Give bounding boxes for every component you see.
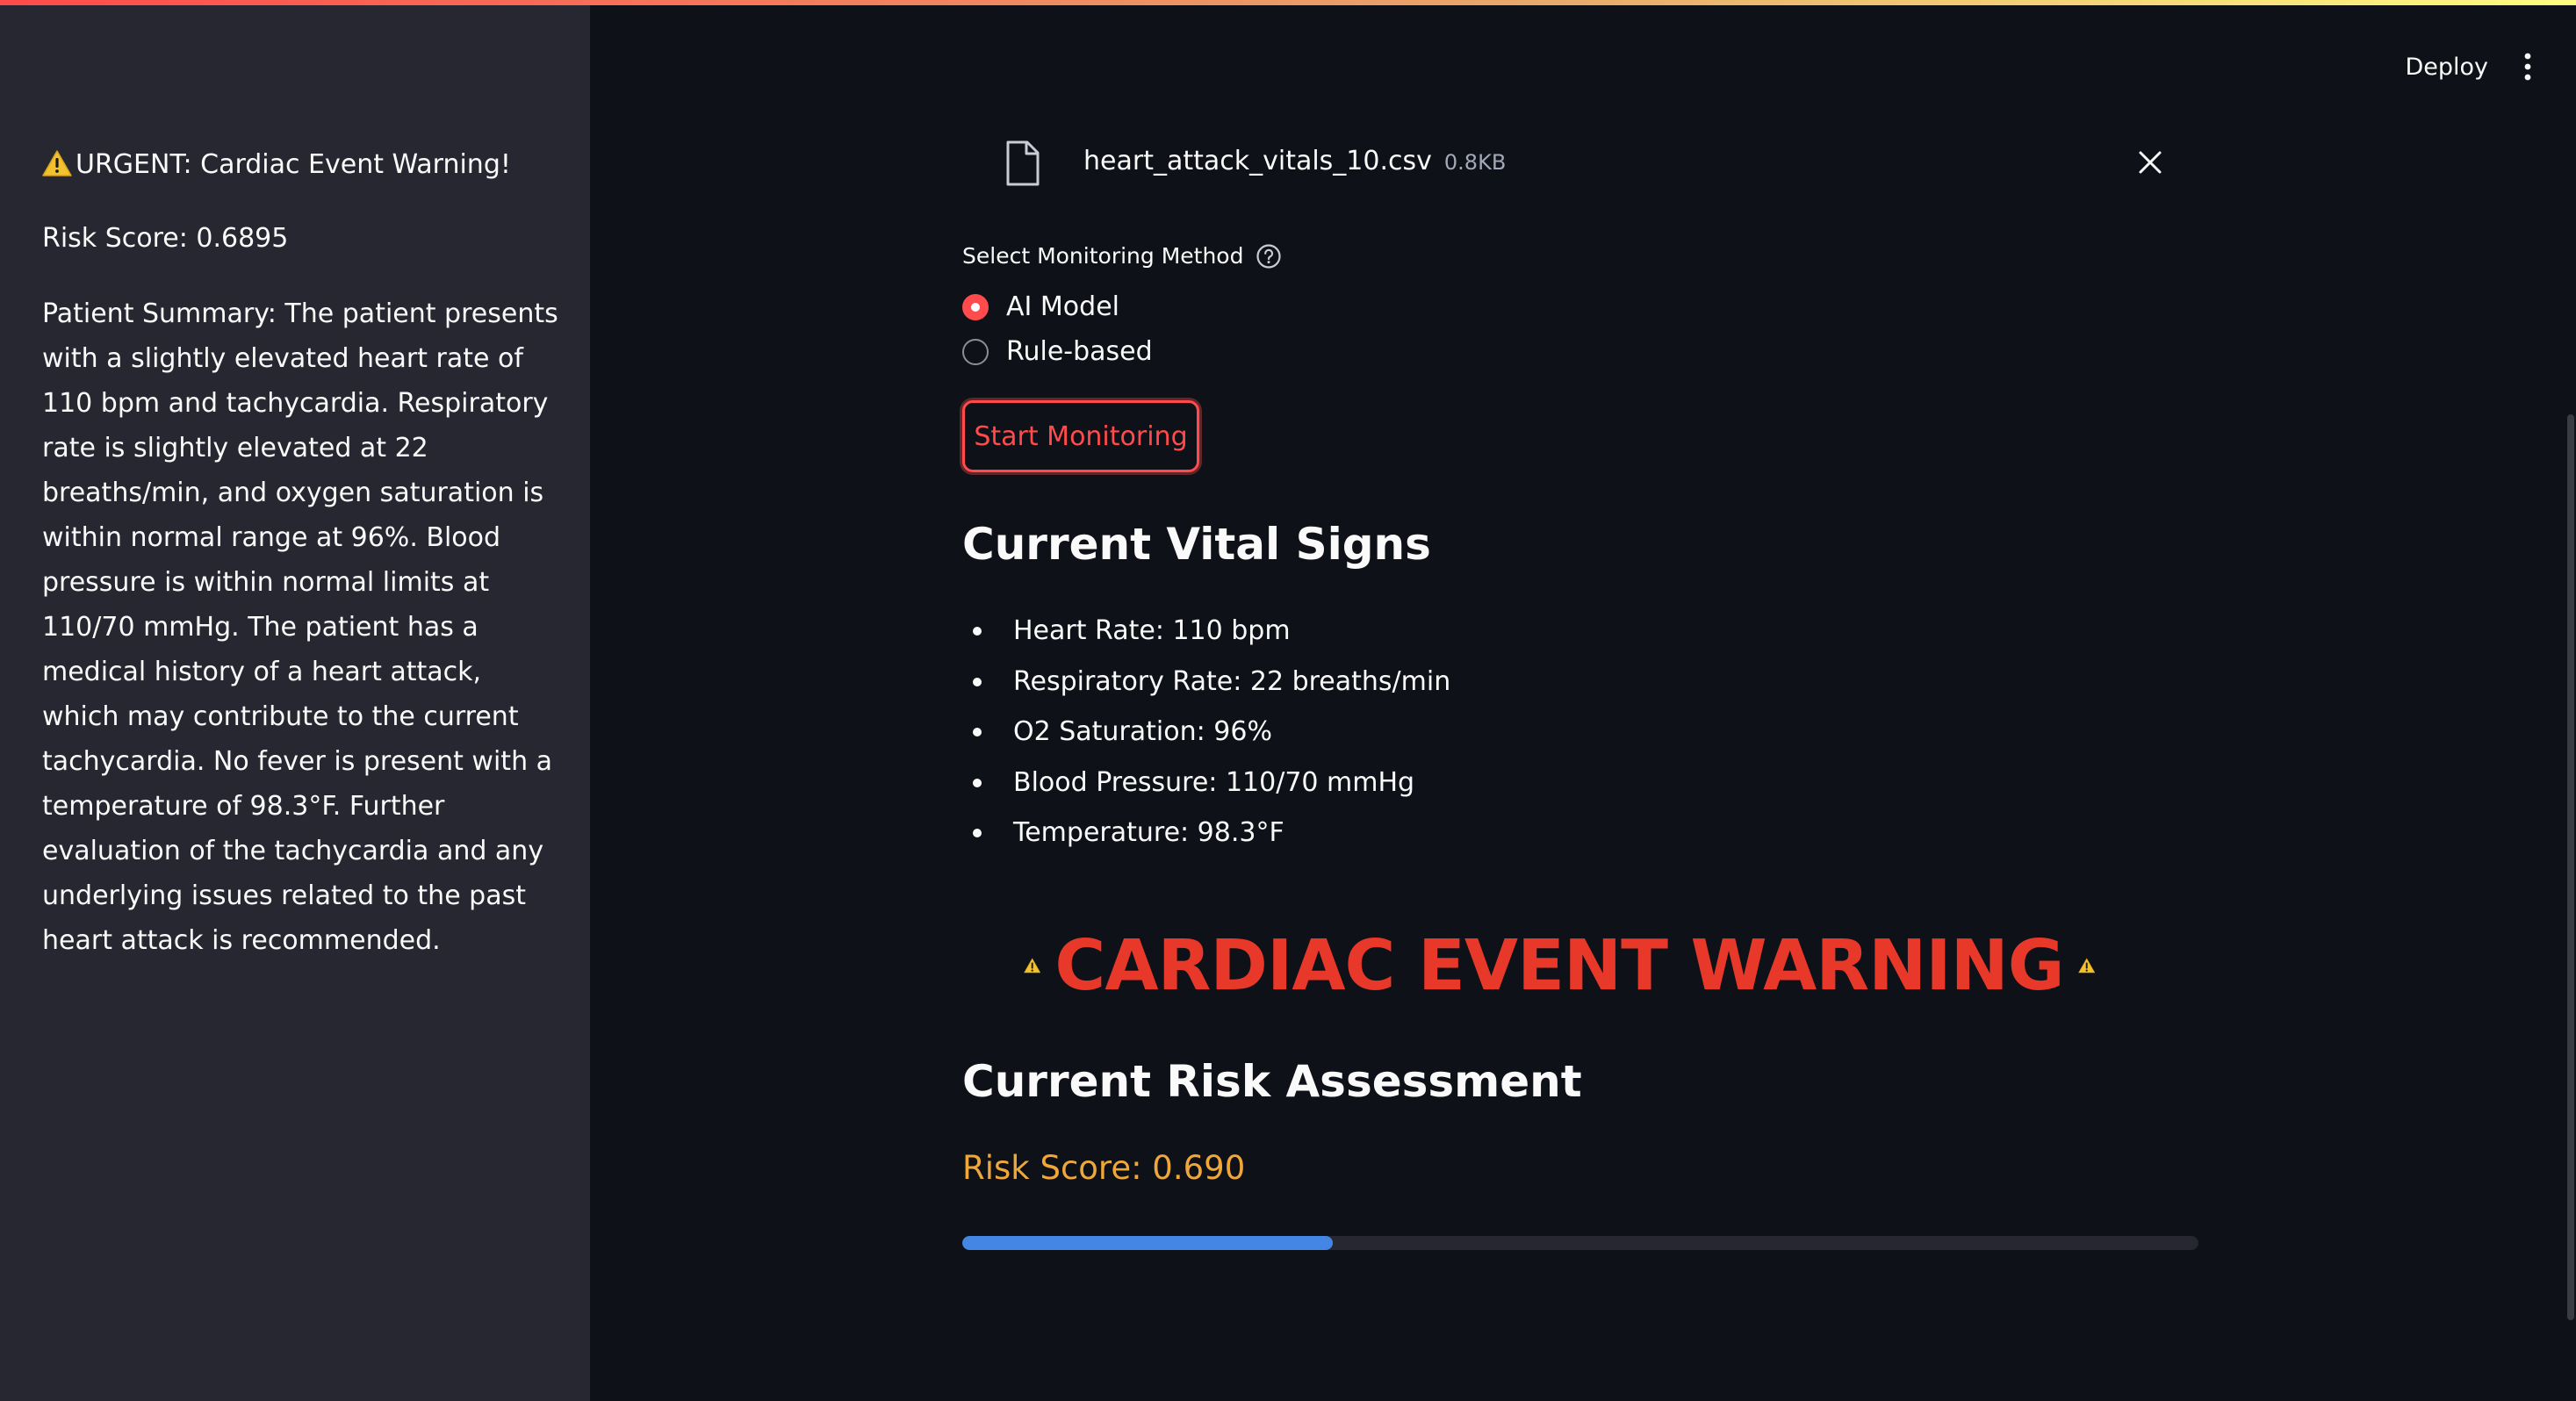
cardiac-warning-text: CARDIAC EVENT WARNING [1054,925,2064,1006]
vital-blood-pressure: Blood Pressure: 110/70 mmHg [962,758,1450,808]
vitals-list: Heart Rate: 110 bpm Respiratory Rate: 22… [962,606,1450,859]
vital-heart-rate: Heart Rate: 110 bpm [962,606,1450,657]
cardiac-warning-banner: CARDIAC EVENT WARNING [1024,923,2095,1008]
warning-emoji-icon [42,150,72,176]
radio-rule-based-label: Rule-based [1006,336,1153,367]
vital-temperature: Temperature: 98.3°F [962,808,1450,859]
risk-assessment-heading: Current Risk Assessment [962,1056,1582,1107]
file-size: 0.8KB [1443,150,1507,175]
warning-emoji-icon [1024,958,1041,974]
vital-o2-saturation: O2 Saturation: 96% [962,707,1450,758]
sidebar: URGENT: Cardiac Event Warning! Risk Scor… [0,0,590,1401]
patient-summary: Patient Summary: The patient presents wi… [42,298,558,956]
risk-progress-fill [962,1236,1334,1250]
sidebar-warning: URGENT: Cardiac Event Warning! [42,146,511,184]
radio-selected-indicator[interactable] [962,294,989,320]
sidebar-risk-score: Risk Score: 0.6895 [42,223,289,254]
radio-rule-based[interactable]: Rule-based [962,334,1153,370]
deploy-button[interactable]: Deploy [2405,54,2488,81]
monitoring-method-text: Select Monitoring Method [962,243,1244,269]
file-icon [1006,140,1040,186]
monitoring-method-label: Select Monitoring Method [962,239,1282,274]
main-content: heart_attack_vitals_10.csv 0.8KB Select M… [962,0,2200,1401]
risk-score-value: Risk Score: 0.690 [962,1149,1246,1187]
close-icon[interactable] [2137,149,2163,176]
top-decoration-bar [0,0,2576,5]
risk-progress-bar [962,1236,2198,1250]
kebab-menu-icon[interactable] [2523,51,2532,83]
radio-unselected-indicator[interactable] [962,339,989,365]
vital-respiratory-rate: Respiratory Rate: 22 breaths/min [962,657,1450,708]
header-actions: Deploy [2405,46,2532,88]
uploaded-file-row: heart_attack_vitals_10.csv 0.8KB [962,132,2200,195]
warning-emoji-icon [2077,958,2095,974]
start-monitoring-button[interactable]: Start Monitoring [962,400,1199,472]
radio-ai-model-label: AI Model [1006,291,1119,322]
scrollbar[interactable] [2567,414,2574,1320]
vitals-heading: Current Vital Signs [962,519,1431,570]
help-circle-icon[interactable] [1256,243,1282,269]
sidebar-warning-text: URGENT: Cardiac Event Warning! [76,149,511,180]
radio-ai-model[interactable]: AI Model [962,290,1119,325]
file-name: heart_attack_vitals_10.csv 0.8KB [1083,144,1506,180]
file-name-text: heart_attack_vitals_10.csv [1083,146,1432,176]
